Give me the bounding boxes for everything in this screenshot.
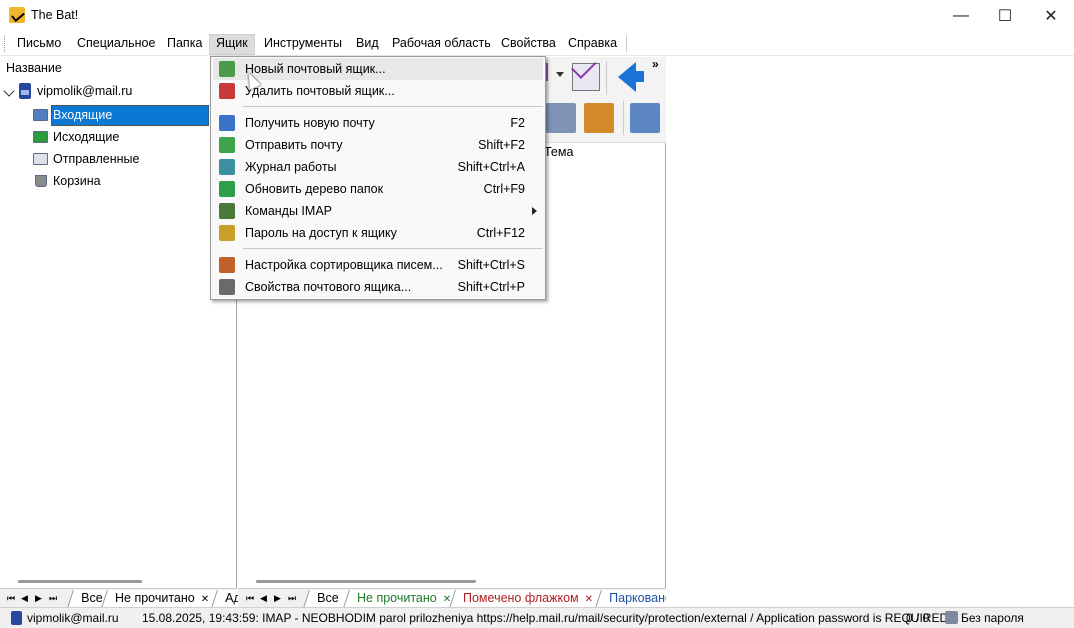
submenu-arrow-icon <box>532 207 537 215</box>
window-title: The Bat! <box>31 8 79 22</box>
mailbox-dropdown-menu: Новый почтовый ящик... Удалить почтовый … <box>210 56 546 300</box>
password-db-icon <box>945 611 958 624</box>
tree-folder-inbox[interactable]: Входящие <box>53 105 112 125</box>
toolbar-overflow-icon[interactable]: » <box>652 57 659 71</box>
menu-bar: Письмо Специальное Папка Ящик Инструмент… <box>0 31 1074 56</box>
new-mailbox-icon <box>219 61 235 77</box>
menu-special[interactable]: Специальное <box>77 35 155 54</box>
tab-close-icon[interactable]: ✕ <box>201 594 209 605</box>
menu-password[interactable]: Пароль на доступ к ящику Ctrl+F12 <box>213 222 543 244</box>
toolbar-separator <box>606 61 607 95</box>
tree-folder-sent[interactable]: Отправленные <box>53 149 139 169</box>
menu-send-mail[interactable]: Отправить почту Shift+F2 <box>213 134 543 156</box>
menu-imap-commands[interactable]: Команды IMAP <box>213 200 543 222</box>
menu-receive-mail[interactable]: Получить новую почту F2 <box>213 112 543 134</box>
close-button[interactable]: ✕ <box>1028 0 1074 31</box>
menu-view[interactable]: Вид <box>356 35 379 54</box>
log-icon <box>219 159 235 175</box>
folders-icon[interactable] <box>546 103 576 133</box>
status-bar: vipmolik@mail.ru 15.08.2025, 19:43:59: I… <box>0 607 1074 628</box>
left-tabs-bar: ⏮ ◀ ▶ ⏭ Все Не прочитано ✕ Ад <box>0 588 255 608</box>
account-icon <box>19 83 31 99</box>
password-lock-icon <box>219 225 235 241</box>
prev-page-icon[interactable]: ◀ <box>260 593 267 603</box>
mailbox-properties-icon <box>219 279 235 295</box>
maximize-button[interactable]: ☐ <box>982 0 1028 31</box>
toolbar-separator-2 <box>623 101 624 135</box>
first-page-icon[interactable]: ⏮ <box>7 593 15 603</box>
envelope-move-icon[interactable] <box>572 63 600 91</box>
status-message: 15.08.2025, 19:43:59: IMAP - NEOBHODIM p… <box>142 611 949 625</box>
next-page-icon[interactable]: ▶ <box>35 593 42 603</box>
sent-folder-icon <box>33 153 48 165</box>
receive-mail-icon <box>219 115 235 131</box>
back-arrow-tail <box>634 71 644 82</box>
right-horizontal-scrollbar[interactable] <box>256 580 476 583</box>
tab-unread[interactable]: Не прочитано ✕ <box>343 590 466 608</box>
status-account: vipmolik@mail.ru <box>27 611 119 625</box>
outbox-folder-icon <box>33 131 48 143</box>
menubar-separator <box>626 35 627 52</box>
status-count: 0 / 0 <box>906 611 930 625</box>
menu-new-mailbox[interactable]: Новый почтовый ящик... <box>213 58 543 80</box>
toolbar-dropdown-caret-icon[interactable] <box>556 72 564 77</box>
menu-help[interactable]: Справка <box>568 35 617 54</box>
tab-close-icon[interactable]: ✕ <box>585 594 593 605</box>
imap-icon <box>219 203 235 219</box>
trash-icon <box>35 175 47 187</box>
the-bat-logo-icon <box>9 7 25 23</box>
status-password: Без пароля <box>961 611 1024 625</box>
minimize-button[interactable]: — <box>938 0 984 31</box>
tab-parked[interactable]: Парковано <box>595 590 666 608</box>
menu-delete-mailbox[interactable]: Удалить почтовый ящик... <box>213 80 543 102</box>
account-icon <box>11 611 22 625</box>
tab-unread[interactable]: Не прочитано ✕ <box>101 590 224 608</box>
menu-mailbox-properties[interactable]: Свойства почтового ящика... Shift+Ctrl+P <box>213 276 543 298</box>
structure-icon[interactable] <box>630 103 660 133</box>
menu-sorter-settings[interactable]: Настройка сортировщика писем... Shift+Ct… <box>213 254 543 276</box>
menu-refresh-tree[interactable]: Обновить дерево папок Ctrl+F9 <box>213 178 543 200</box>
menu-folder[interactable]: Папка <box>167 35 202 54</box>
sorter-tree-icon[interactable] <box>584 103 614 133</box>
prev-page-icon[interactable]: ◀ <box>21 593 28 603</box>
menu-mailbox[interactable]: Ящик <box>209 34 255 55</box>
menu-separator <box>243 248 543 249</box>
menu-separator <box>243 106 543 107</box>
tab-flagged[interactable]: Помечено флажком ✕ <box>449 590 607 608</box>
menu-log[interactable]: Журнал работы Shift+Ctrl+A <box>213 156 543 178</box>
refresh-tree-icon <box>219 181 235 197</box>
send-mail-icon <box>219 137 235 153</box>
folder-tree-pane: Название vipmolik@mail.ru Входящие Исход… <box>0 57 237 603</box>
inbox-folder-icon <box>33 109 48 121</box>
right-tabs-bar: ⏮ ◀ ▶ ⏭ Все Не прочитано ✕ Помечено флажк… <box>238 588 666 608</box>
title-bar: The Bat! — ☐ ✕ <box>0 0 1074 31</box>
last-page-icon[interactable]: ⏭ <box>288 593 296 603</box>
menu-workspace[interactable]: Рабочая область <box>392 35 491 54</box>
tree-folder-trash[interactable]: Корзина <box>53 171 101 191</box>
menu-letter[interactable]: Письмо <box>17 35 61 54</box>
column-header-subject[interactable]: Тема <box>544 145 573 159</box>
menubar-grip[interactable] <box>4 35 7 52</box>
next-page-icon[interactable]: ▶ <box>274 593 281 603</box>
delete-mailbox-icon <box>219 83 235 99</box>
tree-account[interactable]: vipmolik@mail.ru <box>37 81 132 101</box>
left-horizontal-scrollbar[interactable] <box>18 580 142 583</box>
tree-folder-outbox[interactable]: Исходящие <box>53 127 119 147</box>
sorter-icon <box>219 257 235 273</box>
menu-tools[interactable]: Инструменты <box>264 35 342 54</box>
menu-properties[interactable]: Свойства <box>501 35 556 54</box>
expand-chevron-icon[interactable] <box>3 85 15 97</box>
first-page-icon[interactable]: ⏮ <box>246 593 254 603</box>
last-page-icon[interactable]: ⏭ <box>49 593 57 603</box>
column-header-name[interactable]: Название <box>6 61 62 75</box>
